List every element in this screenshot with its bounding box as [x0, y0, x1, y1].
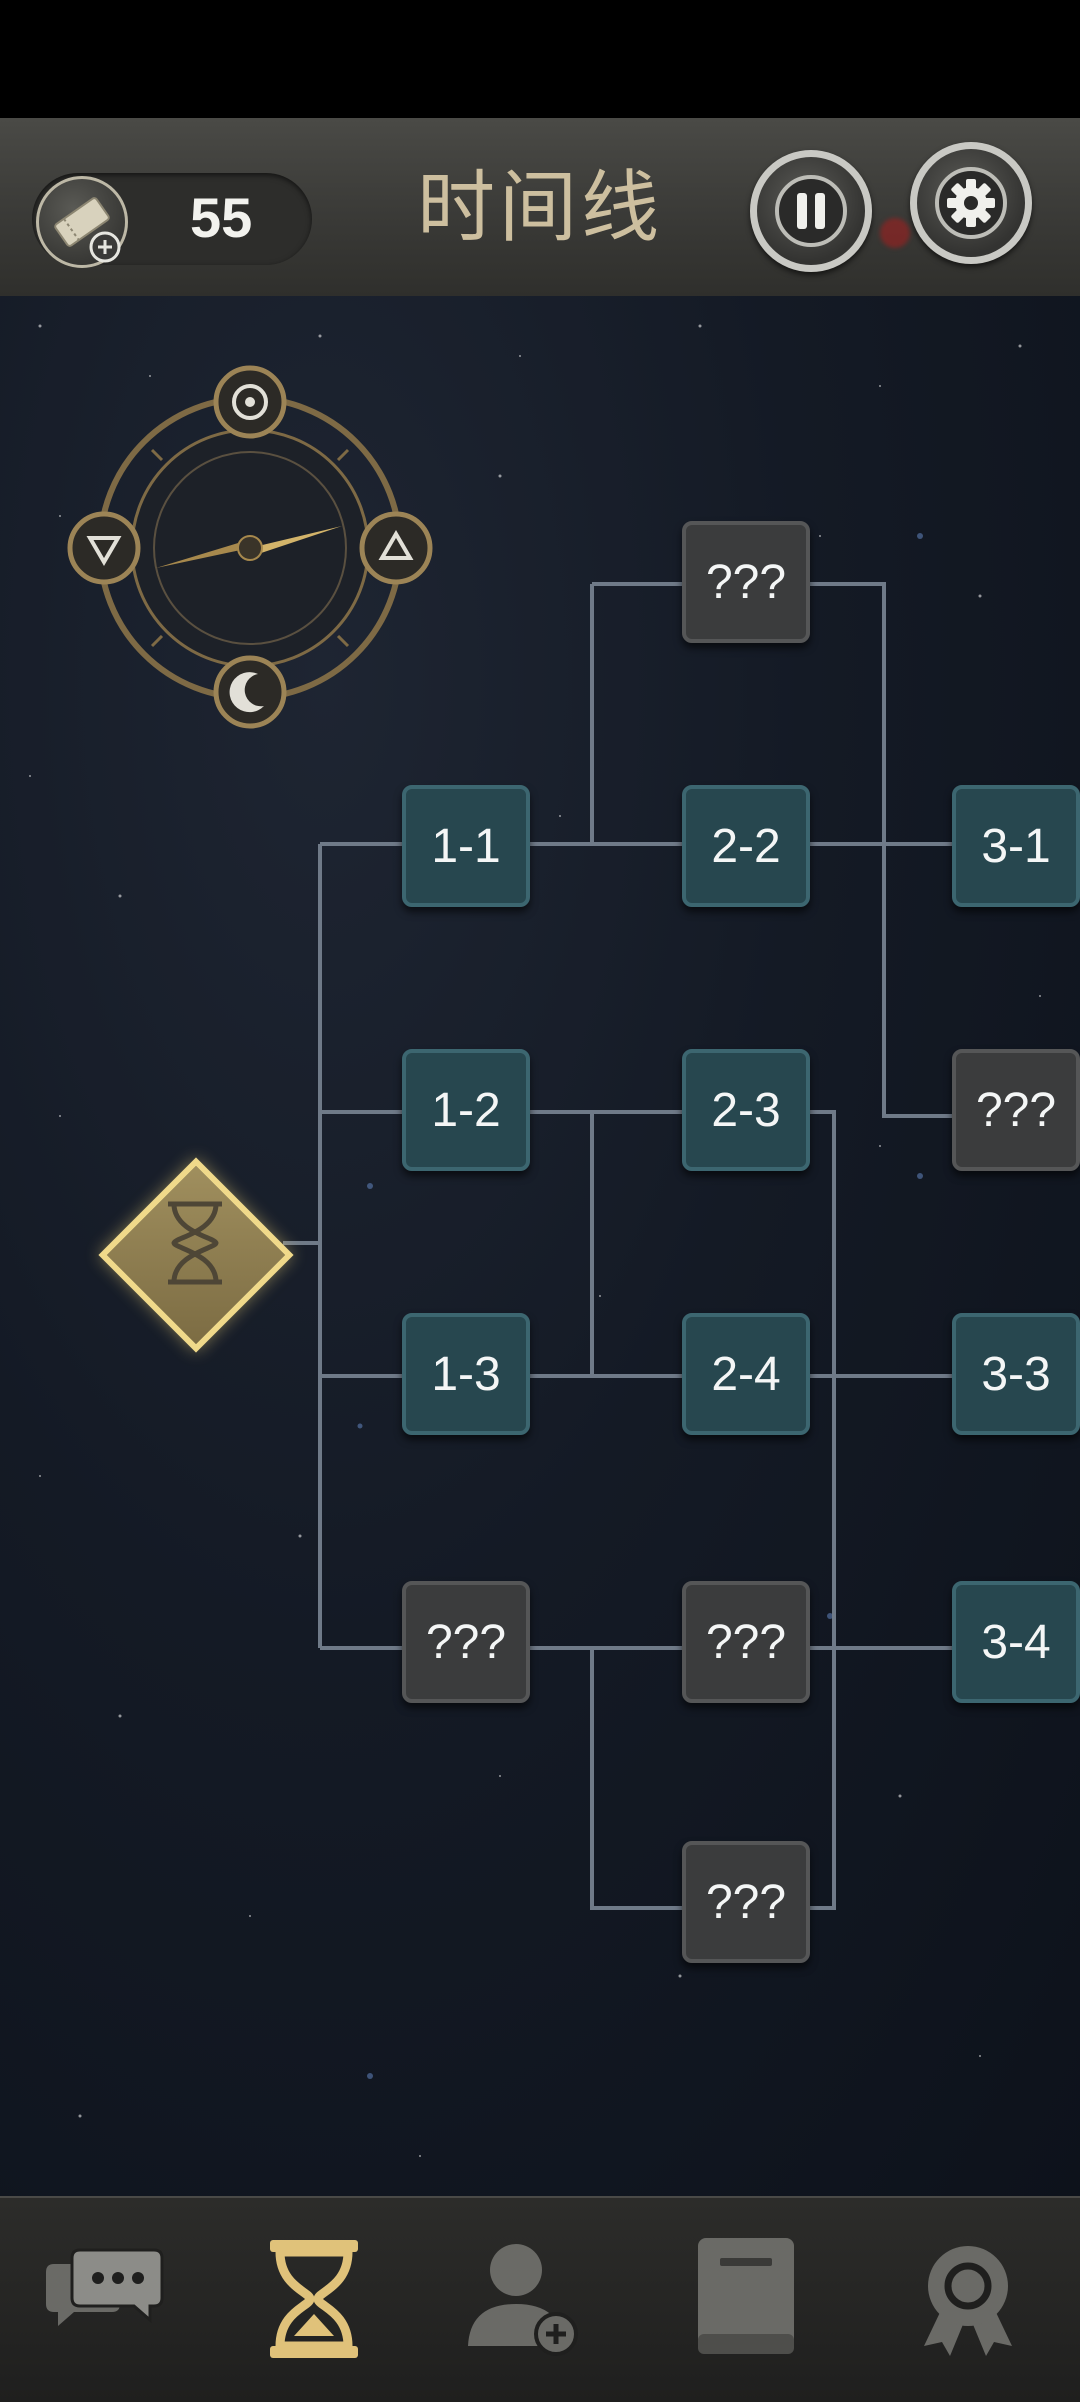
chat-icon — [46, 2248, 164, 2326]
settings-button[interactable] — [910, 142, 1032, 264]
timeline-node-1-3[interactable]: 1-3 — [402, 1313, 530, 1435]
bottom-nav — [0, 2196, 1080, 2402]
timeline-node-1-2[interactable]: 1-2 — [402, 1049, 530, 1171]
add-user-icon — [468, 2244, 578, 2356]
compass-target-icon — [213, 365, 287, 439]
timeline-node-3-3[interactable]: 3-3 — [952, 1313, 1080, 1435]
timeline-node-unknown[interactable]: ??? — [682, 1581, 810, 1703]
compass[interactable] — [60, 362, 440, 742]
pause-icon — [775, 175, 847, 247]
compass-triangle-up-icon — [359, 511, 433, 585]
decor-splash — [880, 218, 910, 248]
timeline-node-2-3[interactable]: 2-3 — [682, 1049, 810, 1171]
top-bar: 55 时间线 — [0, 118, 1080, 296]
ticket-count: 55 — [190, 186, 253, 249]
compass-moon-icon — [213, 655, 287, 729]
nav-timeline[interactable] — [244, 2234, 384, 2364]
pause-button[interactable] — [750, 150, 872, 272]
status-bar — [0, 0, 1080, 118]
timeline-node-unknown[interactable]: ??? — [682, 521, 810, 643]
timeline-node-unknown[interactable]: ??? — [402, 1581, 530, 1703]
timeline-node-3-4[interactable]: 3-4 — [952, 1581, 1080, 1703]
hourglass-icon — [270, 2240, 358, 2358]
timeline-node-2-4[interactable]: 2-4 — [682, 1313, 810, 1435]
nav-achievements[interactable] — [898, 2234, 1038, 2364]
timeline-node-3-1[interactable]: 3-1 — [952, 785, 1080, 907]
timeline-node-unknown[interactable]: ??? — [682, 1841, 810, 1963]
nav-book[interactable] — [676, 2234, 816, 2364]
compass-triangle-down-icon — [67, 511, 141, 585]
timeline-node-2-2[interactable]: 2-2 — [682, 785, 810, 907]
gear-icon — [935, 167, 1007, 239]
page-title: 时间线 — [416, 163, 663, 253]
book-icon — [698, 2238, 794, 2354]
timeline-map: ??? 1-1 2-2 3-1 1-2 2-3 ??? 1-3 2-4 3-3 … — [0, 296, 1080, 2196]
hourglass-icon — [168, 1201, 222, 1285]
nav-chat[interactable] — [34, 2234, 174, 2364]
ticket-add-icon[interactable] — [36, 176, 128, 268]
timeline-node-unknown[interactable]: ??? — [952, 1049, 1080, 1171]
nav-add-user[interactable] — [456, 2234, 596, 2364]
achievement-icon — [924, 2246, 1012, 2356]
timeline-node-1-1[interactable]: 1-1 — [402, 785, 530, 907]
